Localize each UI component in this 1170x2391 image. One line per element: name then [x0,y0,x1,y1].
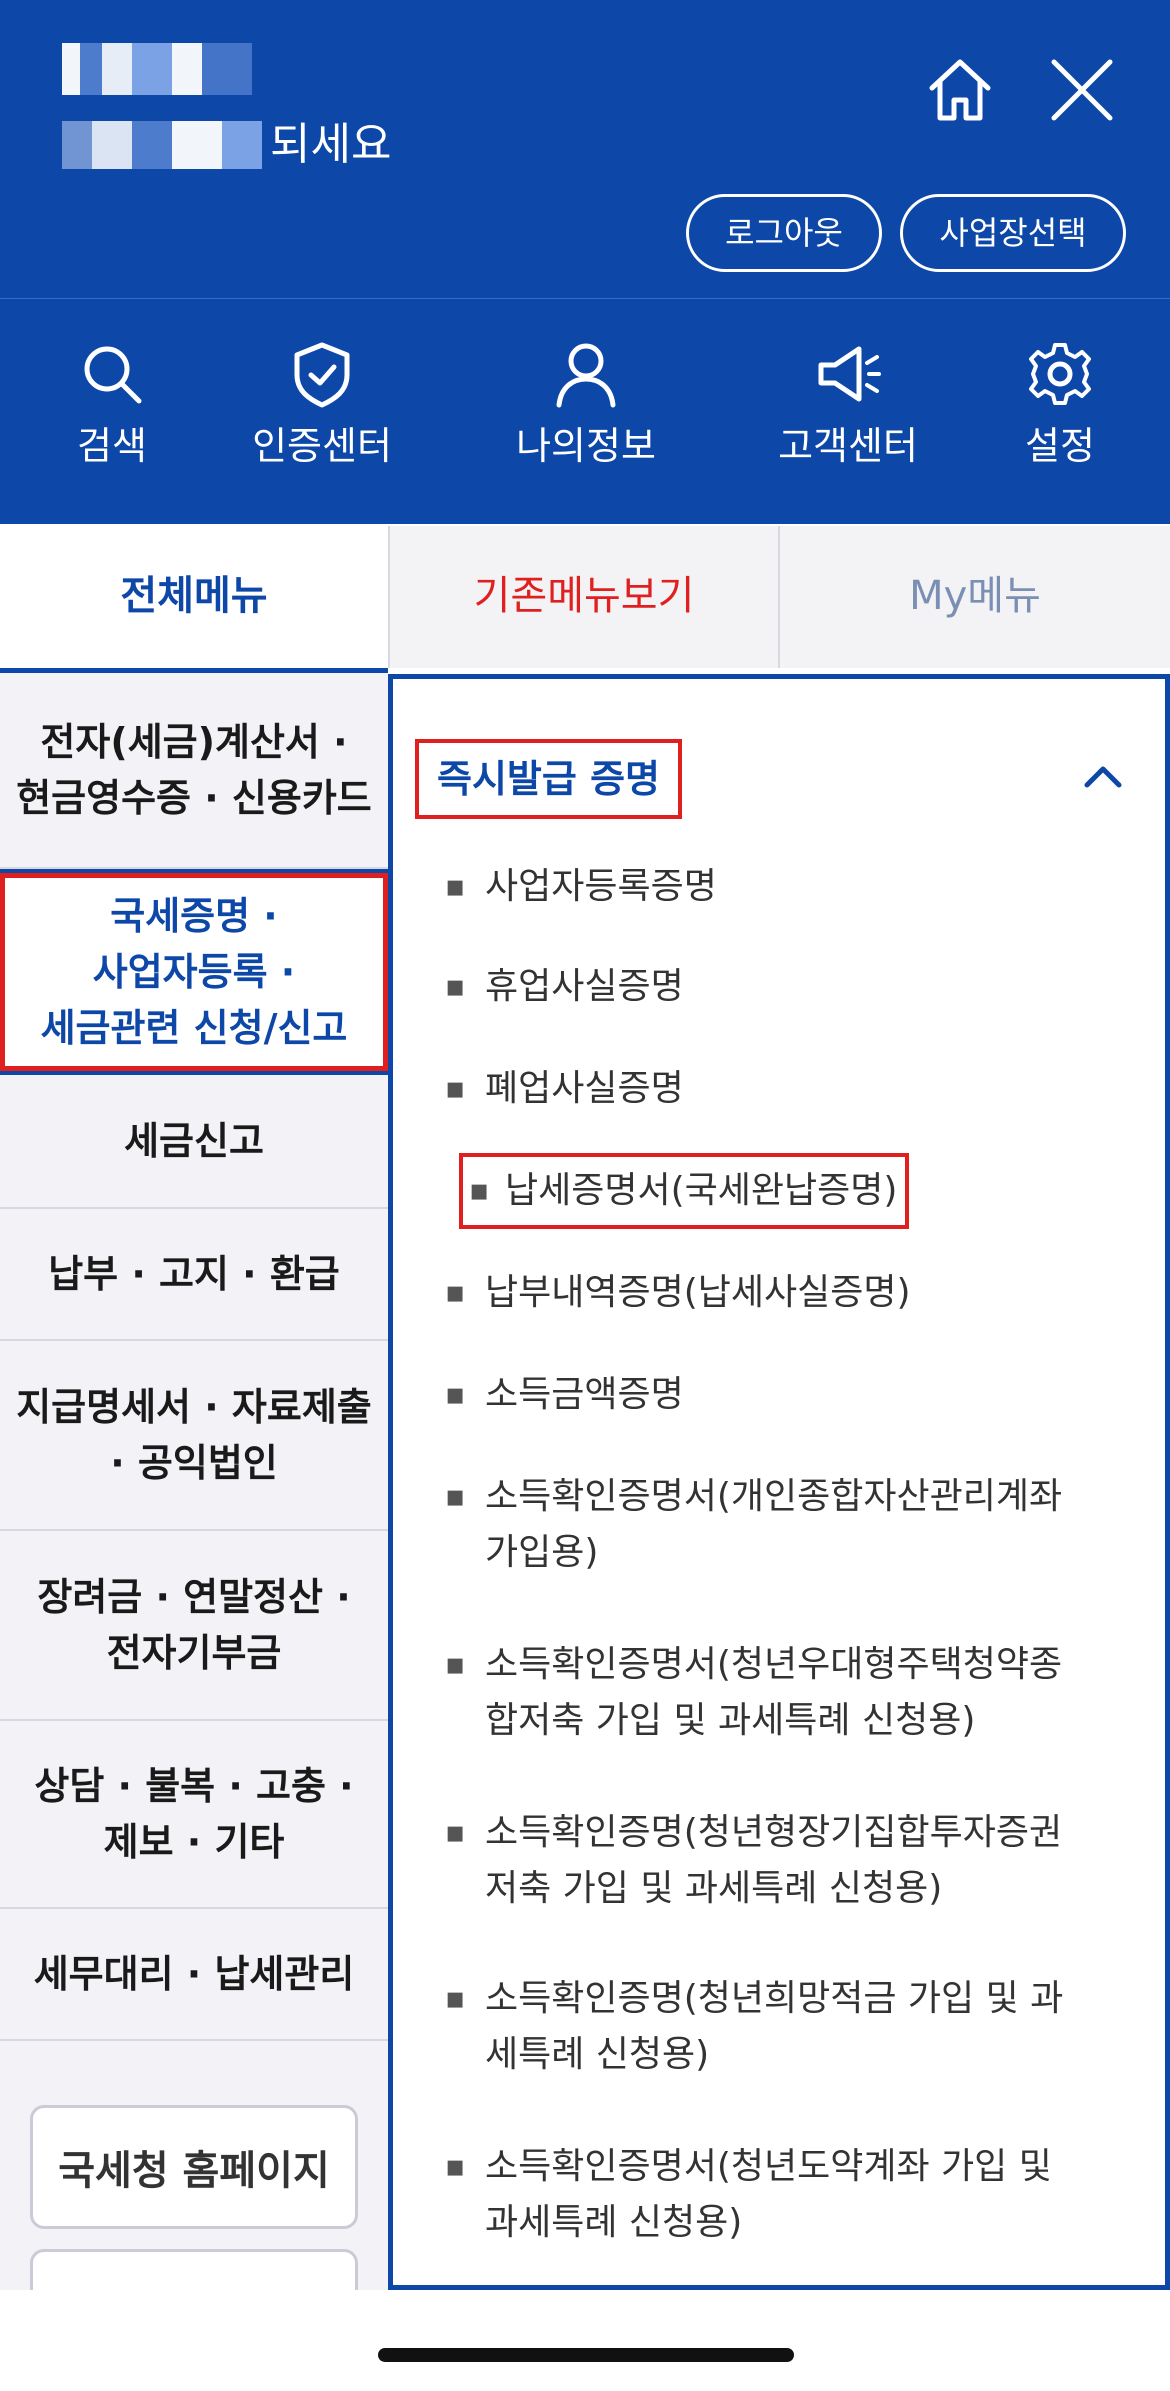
quick-menu: 검색 인증센터 나의정보 고객센터 설정 [0,298,1170,524]
list-item-label: 납부내역증명(납세사실증명) [485,1272,911,1313]
home-icon[interactable] [922,52,998,128]
shield-check-icon [294,342,350,408]
bullet: ▪ [445,869,466,904]
greeting-suffix: 되세요 [270,119,392,170]
bullet: ▪ [445,1647,466,1682]
bullet: ▪ [445,1071,466,1106]
list-item-label: 소득확인증명서(개인종합자산관리계좌 가입용) [485,1476,1063,1573]
search-icon [84,346,142,404]
bullet: ▪ [445,1377,466,1412]
home-indicator[interactable] [378,2348,794,2362]
list-item[interactable]: ▪ 소득확인증명(청년형장기집합투자증권저축 가입 및 과세특례 신청용) [445,1805,1085,1917]
quick-settings[interactable]: 설정 [970,339,1150,470]
category-payment[interactable]: 납부 · 고지 · 환급 [0,1209,388,1341]
list-item-label: 소득확인증명서(청년우대형주택청약종합저축 가입 및 과세특례 신청용) [485,1644,1063,1741]
list-item-label: 소득확인증명(청년희망적금 가입 및 과세특례 신청용) [485,1978,1064,2075]
category-e-invoice[interactable]: 전자(세금)계산서 · 현금영수증 · 신용카드 [0,673,388,869]
close-icon[interactable] [1044,52,1120,128]
quick-my-info-label: 나의정보 [516,424,656,468]
list-item[interactable]: ▪ 소득금액증명 [445,1367,1145,1423]
bullet: ▪ [445,1815,466,1850]
list-item-label: 휴업사실증명 [485,966,684,1007]
bullet: ▪ [445,1981,466,2016]
greeting: 되세요 [62,34,391,178]
list-item[interactable]: ▪ 소득확인증명서(청년도약계좌 가입 및 과세특례 신청용) [445,2139,1085,2251]
bullet: ▪ [445,1275,466,1310]
list-item-label: 납세증명서(국세완납증명) [505,1170,898,1211]
category-list: 전자(세금)계산서 · 현금영수증 · 신용카드 국세증명 · 사업자등록 · … [0,668,388,2290]
quick-my-info[interactable]: 나의정보 [496,339,676,470]
user-icon [556,343,616,408]
quick-customer-center[interactable]: 고객센터 [758,339,938,470]
list-item-label: 사업자등록증명 [485,866,717,907]
list-item[interactable]: ▪ 사업자등록증명 [445,859,1145,915]
category-tax-return[interactable]: 세금신고 [0,1075,388,1209]
megaphone-icon [818,346,881,402]
submenu-panel: 즉시발급 증명 ▪ 사업자등록증명 ▪ 휴업사실증명 ▪ 폐업사실증명 ▪ 납세… [388,674,1170,2290]
redacted-text-image [62,121,262,169]
tab-all-menu[interactable]: 전체메뉴 [0,526,390,668]
app-header: 되세요 로그아웃 사업장선택 [0,0,1170,298]
bullet: ▪ [445,2149,466,2184]
list-item[interactable]: ▪ 휴업사실증명 [445,959,1145,1015]
list-item-label: 소득금액증명 [485,1374,684,1415]
gear-icon [1029,343,1091,405]
quick-certification-label: 인증센터 [252,424,392,468]
chevron-up-icon[interactable] [1081,759,1125,793]
list-item[interactable]: ▪ 소득확인증명(청년희망적금 가입 및 과세특례 신청용) [445,1971,1085,2083]
list-item[interactable]: ▪ 소득확인증명서(청년우대형주택청약종합저축 가입 및 과세특례 신청용) [445,1637,1085,1749]
category-consultation[interactable]: 상담 · 불복 · 고충 · 제보 · 기타 [0,1721,388,1909]
category-incentive[interactable]: 장려금 · 연말정산 · 전자기부금 [0,1531,388,1721]
menu-tabs: 전체메뉴 기존메뉴보기 My메뉴 [0,526,1170,668]
bottom-safe-area [0,2290,1170,2391]
bullet: ▪ [469,1173,490,1208]
list-item-label: 소득확인증명서(청년도약계좌 가입 및 과세특례 신청용) [485,2146,1052,2243]
category-payment-statement[interactable]: 지급명세서 · 자료제출 · 공익법인 [0,1341,388,1531]
quick-settings-label: 설정 [1025,424,1095,468]
list-item-highlighted[interactable]: ▪ 납세증명서(국세완납증명) [459,1153,910,1229]
select-business-button[interactable]: 사업장선택 [900,194,1126,272]
nts-homepage-link[interactable]: 국세청 홈페이지 [30,2105,358,2229]
tab-my-menu[interactable]: My메뉴 [780,526,1170,668]
category-tax-agent[interactable]: 세무대리 · 납세관리 [0,1909,388,2041]
list-item[interactable]: ▪ 폐업사실증명 [445,1061,1145,1117]
section-title[interactable]: 즉시발급 증명 [415,739,682,819]
quick-search-label: 검색 [77,424,147,468]
tab-legacy-menu[interactable]: 기존메뉴보기 [390,526,780,668]
quick-customer-center-label: 고객센터 [778,424,918,468]
category-tax-certificate[interactable]: 국세증명 · 사업자등록 · 세금관련 신청/신고 [0,869,388,1075]
quick-search[interactable]: 검색 [22,339,202,470]
more-link-cutoff[interactable] [30,2249,358,2290]
list-item[interactable]: ▪ 납부내역증명(납세사실증명) [445,1265,1145,1321]
quick-certification[interactable]: 인증센터 [232,339,412,470]
bullet: ▪ [445,1479,466,1514]
list-item-label: 소득확인증명(청년형장기집합투자증권저축 가입 및 과세특례 신청용) [485,1812,1063,1909]
list-item[interactable]: ▪ 소득확인증명서(개인종합자산관리계좌 가입용) [445,1469,1085,1581]
redacted-name-image [62,43,252,95]
logout-button[interactable]: 로그아웃 [686,194,882,272]
list-item-label: 폐업사실증명 [485,1068,684,1109]
bullet: ▪ [445,969,466,1004]
